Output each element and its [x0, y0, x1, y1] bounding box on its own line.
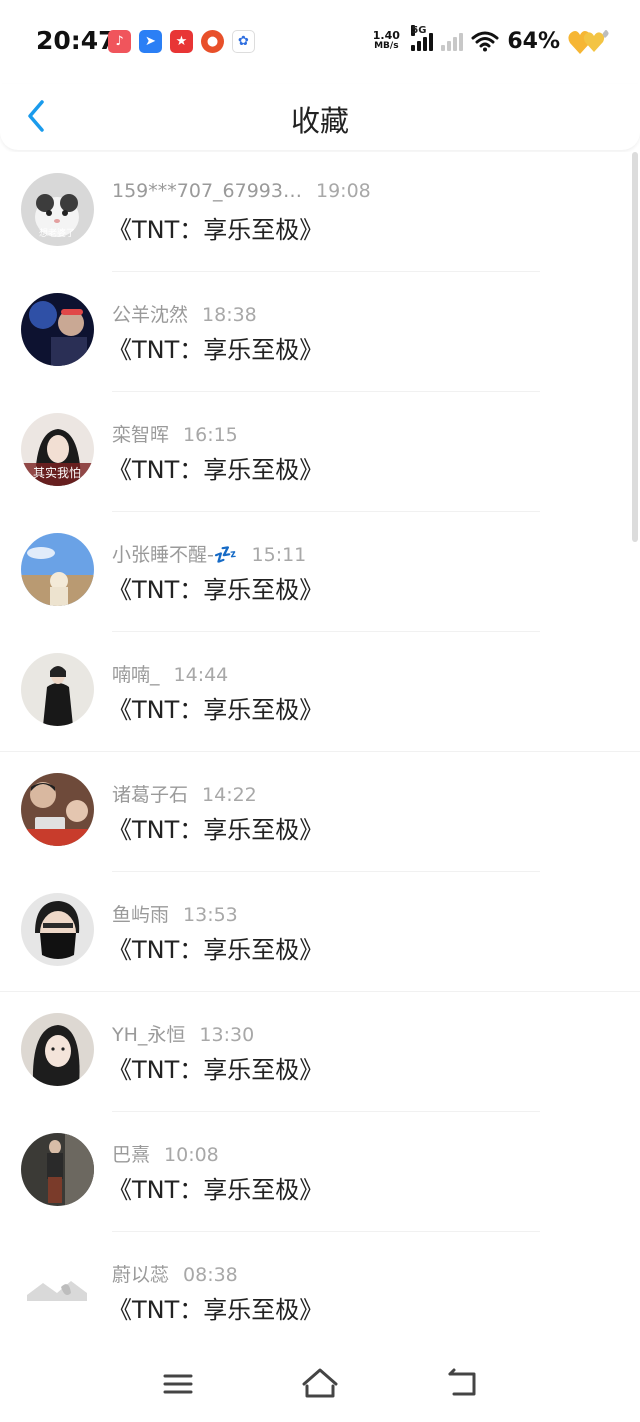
item-title: 《TNT：享乐至极》	[108, 1056, 324, 1084]
item-meta: 巴熹 10:08	[112, 1140, 219, 1167]
battery-percentage: 64%	[507, 28, 560, 54]
item-meta: 公羊沈然 18:38	[112, 300, 257, 327]
item-meta: 喃喃_ 14:44	[112, 660, 228, 687]
home-icon	[302, 1368, 338, 1398]
item-username: 喃喃_	[112, 664, 160, 686]
status-time: 20:47	[36, 26, 116, 55]
item-username: 栾智晖	[112, 424, 170, 446]
page-title: 收藏	[290, 104, 349, 138]
item-username: 诸葛子石	[112, 784, 189, 806]
avatar	[21, 293, 94, 366]
item-meta: 蔚以蕊 08:38	[112, 1260, 238, 1287]
list-item[interactable]: 诸葛子石 14:22 《TNT：享乐至极》	[0, 752, 640, 872]
item-time: 16:15	[183, 424, 238, 446]
heart-battery-icon	[568, 30, 609, 54]
status-indicators: 1.40 MB/s 5G 64%	[369, 25, 610, 56]
avatar	[21, 1253, 94, 1326]
item-title: 《TNT：享乐至极》	[108, 1176, 324, 1204]
item-username: 小张睡不醒-💤	[112, 544, 238, 566]
video-app-icon: ♪	[108, 30, 131, 53]
item-meta: 栾智晖 16:15	[112, 420, 238, 447]
network-type: 5G	[411, 25, 427, 36]
item-time: 10:08	[164, 1144, 219, 1166]
item-meta: 159***707_67993… 19:08	[112, 180, 371, 202]
avatar-caption: 想老婆了	[39, 227, 75, 239]
list-item[interactable]: 小张睡不醒-💤 15:11 《TNT：享乐至极》	[0, 512, 640, 632]
avatar: 想老婆了	[21, 173, 94, 246]
item-username: 159***707_67993…	[112, 180, 302, 202]
back-icon	[448, 1368, 476, 1396]
list-item[interactable]: 喃喃_ 14:44 《TNT：享乐至极》	[0, 632, 640, 752]
item-title: 《TNT：享乐至极》	[108, 456, 324, 484]
list-item[interactable]: 蔚以蕊 08:38 《TNT：享乐至极》	[0, 1232, 640, 1352]
list-item[interactable]: 鱼屿雨 13:53 《TNT：享乐至极》	[0, 872, 640, 992]
item-username: 蔚以蕊	[112, 1264, 170, 1286]
avatar	[21, 773, 94, 846]
item-username: 鱼屿雨	[112, 904, 170, 926]
item-title: 《TNT：享乐至极》	[108, 336, 324, 364]
system-nav-bar	[0, 1350, 640, 1422]
item-time: 15:11	[251, 544, 307, 566]
paw-app-icon: ✿	[232, 30, 255, 53]
net-speed-value: 1.40	[372, 29, 400, 42]
avatar	[21, 1013, 94, 1086]
net-speed-unit: MB/s	[374, 41, 399, 51]
avatar	[21, 893, 94, 966]
item-title: 《TNT：享乐至极》	[108, 216, 324, 244]
item-time: 13:53	[183, 904, 238, 926]
scrollbar[interactable]	[632, 152, 638, 542]
item-meta: 鱼屿雨 13:53	[112, 900, 238, 927]
avatar	[21, 1133, 94, 1206]
item-meta: YH_永恒 13:30	[112, 1020, 254, 1047]
item-meta: 诸葛子石 14:22	[112, 780, 257, 807]
item-title: 《TNT：享乐至极》	[108, 816, 324, 844]
status-bar: 20:47 ♪ ➤ ★ ● ✿ 1.40 MB/s 5G 64%	[0, 0, 640, 84]
item-time: 14:44	[173, 664, 229, 686]
item-time: 19:08	[315, 180, 371, 202]
shopping-app-icon: ★	[170, 30, 193, 53]
item-title: 《TNT：享乐至极》	[108, 1296, 324, 1324]
avatar	[21, 533, 94, 606]
home-button[interactable]	[297, 1364, 343, 1404]
navigation-app-icon: ➤	[139, 30, 162, 53]
list-item[interactable]: 其实我怕 栾智晖 16:15 《TNT：享乐至极》	[0, 392, 640, 512]
wifi-icon	[471, 31, 499, 52]
menu-button[interactable]	[155, 1364, 201, 1404]
item-time: 18:38	[202, 304, 257, 326]
item-username: 巴熹	[112, 1144, 151, 1166]
list-item[interactable]: 巴熹 10:08 《TNT：享乐至极》	[0, 1112, 640, 1232]
menu-icon	[163, 1374, 193, 1394]
avatar-caption: 其实我怕	[33, 465, 81, 480]
item-title: 《TNT：享乐至极》	[108, 576, 324, 604]
net-speed: 1.40 MB/s	[369, 30, 403, 52]
game-app-icon: ●	[201, 30, 224, 53]
notification-app-icons: ♪ ➤ ★ ● ✿	[108, 30, 255, 53]
list-item[interactable]: YH_永恒 13:30 《TNT：享乐至极》	[0, 992, 640, 1112]
item-meta: 小张睡不醒-💤 15:11	[112, 540, 306, 567]
item-time: 13:30	[199, 1024, 255, 1046]
page-header: 收藏	[0, 84, 640, 150]
signal-secondary-icon	[441, 31, 464, 51]
back-nav-button[interactable]	[440, 1364, 486, 1404]
list-item[interactable]: 公羊沈然 18:38 《TNT：享乐至极》	[0, 272, 640, 392]
avatar: 其实我怕	[21, 413, 94, 486]
item-username: YH_永恒	[112, 1024, 186, 1046]
favorites-list: 想老婆了 159***707_67993… 19:08 《TNT：享乐至极》 公羊…	[0, 152, 640, 1350]
item-time: 14:22	[202, 784, 257, 806]
list-item[interactable]: 想老婆了 159***707_67993… 19:08 《TNT：享乐至极》	[0, 152, 640, 272]
item-title: 《TNT：享乐至极》	[108, 696, 324, 724]
item-username: 公羊沈然	[112, 304, 189, 326]
avatar	[21, 653, 94, 726]
item-time: 08:38	[183, 1264, 238, 1286]
signal-5g-icon: 5G	[411, 25, 434, 51]
item-title: 《TNT：享乐至极》	[108, 936, 324, 964]
